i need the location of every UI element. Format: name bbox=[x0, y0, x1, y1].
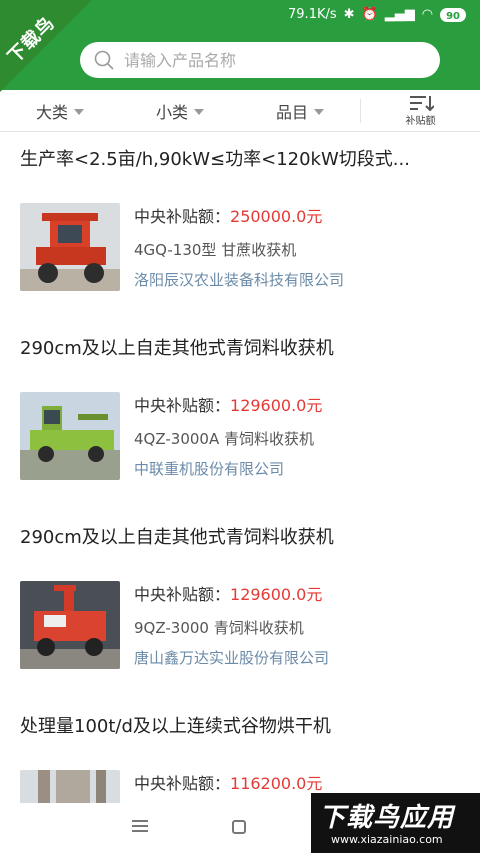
filter-item-label: 品目 bbox=[275, 102, 308, 122]
subsidy-label: 中央补贴额： bbox=[134, 585, 231, 604]
filter-subcategory[interactable]: 小类 bbox=[120, 99, 240, 123]
search-box[interactable] bbox=[80, 42, 440, 78]
search-input[interactable] bbox=[124, 50, 404, 70]
product-model: 9QZ-3000 青饲料收获机 bbox=[134, 619, 304, 637]
filter-bar: 大类 小类 品目 补贴额 bbox=[0, 90, 480, 132]
subsidy-amount: 250000.0元 bbox=[230, 207, 323, 226]
subsidy-amount: 129600.0元 bbox=[230, 396, 323, 415]
product-image-grain-dryer bbox=[20, 770, 120, 803]
product-title: 290cm及以上自走其他式青饲料收获机 bbox=[20, 338, 334, 359]
filter-item[interactable]: 品目 bbox=[240, 99, 360, 123]
wifi-icon: ◠ bbox=[421, 7, 434, 22]
product-company: 洛阳辰汉农业装备科技有限公司 bbox=[134, 271, 345, 289]
home-icon[interactable] bbox=[232, 820, 246, 834]
sort-icon bbox=[409, 96, 434, 112]
subsidy-line: 中央补贴额：129600.0元 bbox=[134, 581, 322, 605]
product-title: 处理量100t/d及以上连续式谷物烘干机 bbox=[20, 716, 331, 737]
sort-by-subsidy-button[interactable]: 补贴额 bbox=[361, 94, 480, 127]
subsidy-label: 中央补贴额： bbox=[134, 207, 231, 226]
list-item[interactable]: 290cm及以上自走其他式青饲料收获机 中央补贴额：129600.0元 9QZ-… bbox=[0, 511, 480, 700]
list-item[interactable]: 290cm及以上自走其他式青饲料收获机 中央补贴额：129600.0元 4QZ-… bbox=[0, 322, 480, 511]
product-model: 4GQ-130型 甘蔗收获机 bbox=[134, 241, 297, 259]
subsidy-line: 中央补贴额：116200.0元 bbox=[134, 770, 322, 794]
caret-down-icon bbox=[194, 108, 204, 115]
product-title: 生产率<2.5亩/h,90kW≤功率<120kW切段式... bbox=[20, 149, 410, 170]
status-icons: 79.1K/s ✱ ⏰ ▂▄▆ ◠ 90 bbox=[288, 6, 466, 24]
product-company: 唐山鑫万达实业股份有限公司 bbox=[134, 649, 330, 667]
subsidy-amount: 116200.0元 bbox=[230, 774, 323, 793]
watermark: 下载鸟应用 www.xiazainiao.com bbox=[311, 793, 480, 853]
list-item[interactable]: 生产率<2.5亩/h,90kW≤功率<120kW切段式... 中央补贴额：250… bbox=[0, 133, 480, 322]
product-title: 290cm及以上自走其他式青饲料收获机 bbox=[20, 527, 334, 548]
caret-down-icon bbox=[74, 108, 84, 115]
subsidy-amount: 129600.0元 bbox=[230, 585, 323, 604]
product-image-sugarcane-harvester bbox=[20, 203, 120, 291]
search-icon bbox=[94, 50, 114, 70]
product-model: 4QZ-3000A 青饲料收获机 bbox=[134, 430, 314, 448]
signal-icon: ▂▄▆ bbox=[384, 7, 415, 22]
product-company: 中联重机股份有限公司 bbox=[134, 460, 285, 478]
network-speed: 79.1K/s bbox=[288, 7, 337, 22]
alarm-icon: ⏰ bbox=[361, 7, 378, 22]
bluetooth-icon: ✱ bbox=[343, 7, 355, 22]
subsidy-label: 中央补贴额： bbox=[134, 774, 231, 793]
caret-down-icon bbox=[314, 108, 324, 115]
sort-label: 补贴额 bbox=[405, 116, 436, 127]
subsidy-line: 中央补贴额：129600.0元 bbox=[134, 392, 322, 416]
filter-category[interactable]: 大类 bbox=[0, 99, 120, 123]
watermark-url: www.xiazainiao.com bbox=[331, 833, 443, 846]
battery-icon: 90 bbox=[440, 8, 466, 22]
subsidy-label: 中央补贴额： bbox=[134, 396, 231, 415]
subsidy-line: 中央补贴额：250000.0元 bbox=[134, 203, 322, 227]
watermark-logo: 下载鸟应用 bbox=[319, 803, 455, 833]
menu-icon[interactable] bbox=[132, 820, 148, 832]
list-item[interactable]: 处理量100t/d及以上连续式谷物烘干机 中央补贴额：116200.0元 bbox=[0, 700, 480, 803]
product-image-forage-harvester bbox=[20, 392, 120, 480]
product-image-forage-harvester-red bbox=[20, 581, 120, 669]
product-list: 生产率<2.5亩/h,90kW≤功率<120kW切段式... 中央补贴额：250… bbox=[0, 133, 480, 803]
filter-category-label: 大类 bbox=[35, 102, 68, 122]
filter-subcategory-label: 小类 bbox=[155, 102, 188, 122]
